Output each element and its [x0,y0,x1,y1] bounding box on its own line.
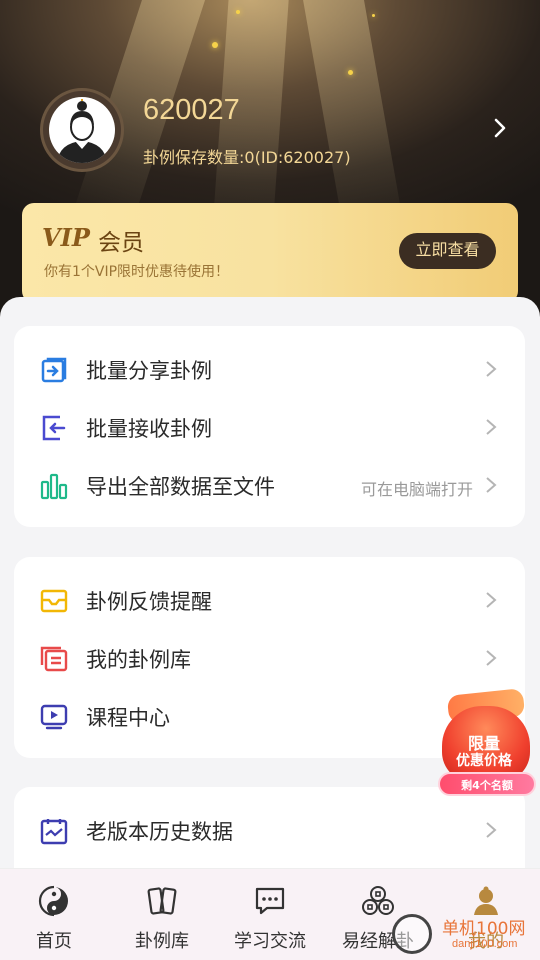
watermark-title: 单机100网 [442,919,526,939]
menu-item-label: 导出全部数据至文件 [86,475,275,499]
vip-title: 会员 [98,230,144,256]
limited-offer-badge[interactable]: 限量 优惠价格 剩4个名额 [430,688,538,802]
menu-item-batch-receive[interactable]: 批量接收卦例 [14,398,525,456]
chevron-right-icon [486,822,497,838]
username: 620027 [143,94,240,126]
sparkle [212,42,218,48]
taiji-icon [38,885,68,917]
sparkle [372,14,375,17]
menu-item-hint: 可在电脑端打开 [360,480,473,499]
chevron-right-icon [486,361,497,377]
menu-item-label: 批量分享卦例 [86,359,212,383]
sparkle [348,70,353,75]
tab-label: 首页 [36,931,72,952]
menu-item-label: 我的卦例库 [86,648,191,672]
view-now-button[interactable]: 立即查看 [399,233,496,269]
tab-label: 学习交流 [234,931,306,952]
menu-item-label: 批量接收卦例 [86,417,212,441]
menu-card-data: 批量分享卦例 批量接收卦例 导出全部数据至文件 可在电脑端打开 [14,326,525,527]
menu-item-export-all[interactable]: 导出全部数据至文件 可在电脑端打开 [14,456,525,514]
menu-item-feedback-reminder[interactable]: 卦例反馈提醒 [14,571,525,629]
library-icon [40,646,68,672]
menu-item-legacy-data[interactable]: 老版本历史数据 [14,801,525,859]
share-export-icon [41,357,67,383]
menu-item-label: 课程中心 [86,706,170,730]
tab-study[interactable]: 学习交流 [216,869,324,960]
cards-icon [147,887,177,915]
chevron-right-icon[interactable] [488,116,512,140]
remaining-slots-pill: 剩4个名额 [438,772,536,796]
sparkle [236,10,240,14]
offer-line2: 优惠价格 [456,753,512,769]
tab-case-library[interactable]: 卦例库 [108,869,216,960]
watermark-url: danji100.com [452,938,518,950]
vip-logo: VIP [42,223,90,252]
menu-item-label: 卦例反馈提醒 [86,590,212,614]
avatar-figure-icon [57,99,107,163]
chevron-right-icon [486,650,497,666]
menu-item-label: 老版本历史数据 [86,820,233,844]
chevron-right-icon [486,592,497,608]
vip-subtitle: 你有1个VIP限时优惠待使用！ [44,264,230,280]
tab-label: 卦例库 [135,931,189,952]
menu-item-my-library[interactable]: 我的卦例库 [14,629,525,687]
coins-icon [362,886,394,915]
chat-icon [255,887,285,915]
menu-item-batch-share[interactable]: 批量分享卦例 [14,340,525,398]
bar-chart-icon [40,473,68,500]
vip-banner[interactable]: VIP 会员 你有1个VIP限时优惠待使用！ 立即查看 [22,203,518,303]
chevron-right-icon [486,419,497,435]
envelope-icon [40,589,68,613]
site-watermark: 单机100网 danji100.com [392,912,540,956]
chevron-right-icon [486,477,497,493]
saved-count-info: 卦例保存数量:0(ID:620027) [143,148,351,167]
calendar-chart-icon [40,819,68,845]
video-play-icon [40,704,68,730]
avatar[interactable] [40,88,124,172]
watermark-logo-icon [392,914,432,954]
tab-home[interactable]: 首页 [0,869,108,960]
receive-import-icon [42,415,66,441]
